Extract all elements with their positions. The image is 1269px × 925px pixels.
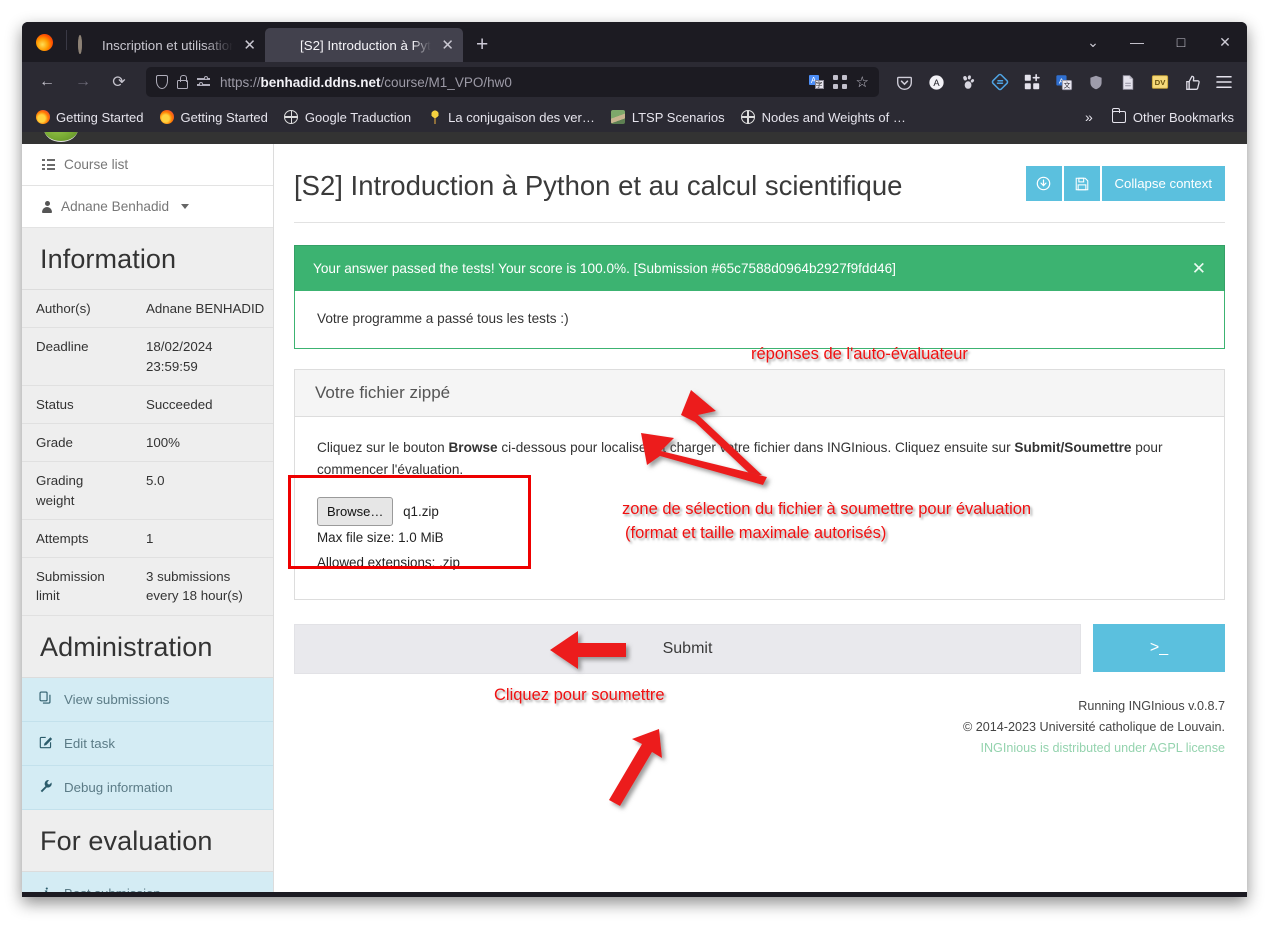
- close-icon[interactable]: ✕: [439, 38, 454, 53]
- pocket-icon[interactable]: [889, 67, 919, 97]
- svg-text:A: A: [933, 78, 940, 88]
- bookmark-label: La conjugaison des ver…: [448, 109, 595, 125]
- translate-extension-icon[interactable]: A文: [1049, 67, 1079, 97]
- dv-extension-icon[interactable]: DV: [1145, 67, 1175, 97]
- other-bookmarks-label: Other Bookmarks: [1132, 109, 1234, 125]
- bookmark-google-traduction[interactable]: Google Traduction: [277, 107, 418, 128]
- app-menu-icon[interactable]: [1209, 67, 1239, 97]
- minimize-button[interactable]: —: [1115, 22, 1159, 62]
- gnome-extension-icon[interactable]: [953, 67, 983, 97]
- bookmark-star-icon[interactable]: ☆: [856, 73, 869, 91]
- close-window-button[interactable]: ✕: [1203, 22, 1247, 62]
- reload-button[interactable]: ⟳: [102, 67, 136, 97]
- lock-icon[interactable]: [177, 74, 188, 89]
- annotation-submit-hint: Cliquez pour soumettre: [494, 686, 665, 704]
- window-controls: ⌄ — □ ✕: [1071, 22, 1247, 62]
- svg-text:文: 文: [1064, 80, 1071, 89]
- navigation-toolbar: ← → ⟳ https://benhadid.ddns.net/course/M…: [22, 62, 1247, 102]
- tab-strip: Inscription et utilisation d… ✕ [S2] Int…: [22, 22, 1247, 62]
- bookmarks-toolbar: Getting Started Getting Started Google T…: [22, 102, 1247, 132]
- firefox-icon: [35, 110, 50, 125]
- annotation-file-zone-line1: zone de sélection du fichier à soumettre…: [622, 500, 1032, 518]
- privacy-shield-icon[interactable]: [1081, 67, 1111, 97]
- bookmark-nodes-weights[interactable]: Nodes and Weights of …: [734, 107, 913, 128]
- annotation-auto-evaluator: réponses de l'auto-évaluateur: [751, 345, 968, 363]
- arrow-to-alert-body: [641, 433, 767, 485]
- close-icon[interactable]: ✕: [241, 38, 256, 53]
- annotation-file-zone-line2: (format et taille maximale autorisés): [625, 524, 887, 542]
- bookmark-getting-started-1[interactable]: Getting Started: [28, 107, 150, 128]
- firefox-logo-icon: [22, 22, 66, 62]
- tab-title: [S2] Introduction à Python: [300, 37, 431, 53]
- tab-title: Inscription et utilisation d…: [102, 37, 234, 53]
- bookmark-label: Google Traduction: [304, 109, 412, 125]
- globe-icon: [284, 110, 299, 125]
- conjugation-icon: [427, 110, 442, 125]
- grid-extension-icon[interactable]: [1017, 67, 1047, 97]
- bookmark-getting-started-2[interactable]: Getting Started: [152, 107, 274, 128]
- firefox-icon: [159, 110, 174, 125]
- reader-page-icon[interactable]: [1113, 67, 1143, 97]
- bookmark-label: Getting Started: [56, 109, 144, 125]
- arrow-to-submit: [609, 729, 662, 806]
- shield-icon[interactable]: [156, 75, 168, 89]
- back-button[interactable]: ←: [30, 67, 64, 97]
- globe-icon: [78, 35, 94, 54]
- bookmark-conjugaison[interactable]: La conjugaison des ver…: [420, 107, 602, 128]
- globe-icon: [741, 110, 756, 125]
- translate-icon[interactable]: A字: [808, 75, 824, 89]
- address-bar[interactable]: https://benhadid.ddns.net/course/M1_VPO/…: [146, 67, 879, 97]
- bookmark-label: Nodes and Weights of …: [761, 109, 906, 125]
- bookmark-label: Getting Started: [180, 109, 268, 125]
- page-viewport: Course list Adnane Benhadid Information …: [22, 132, 1247, 892]
- python-icon: [276, 37, 292, 53]
- bookmark-label: LTSP Scenarios: [631, 109, 725, 125]
- photo-icon: [611, 110, 626, 125]
- arrow-to-file-zone: [550, 631, 626, 669]
- list-all-tabs-icon[interactable]: ⌄: [1071, 22, 1115, 62]
- svg-text:DV: DV: [1155, 78, 1167, 87]
- account-icon[interactable]: A: [921, 67, 951, 97]
- forward-button[interactable]: →: [66, 67, 100, 97]
- bookmarks-overflow-icon[interactable]: »: [1077, 109, 1101, 125]
- browser-window: Inscription et utilisation d… ✕ [S2] Int…: [22, 22, 1247, 897]
- diamond-extension-icon[interactable]: [985, 67, 1015, 97]
- browser-tab-active[interactable]: [S2] Introduction à Python ✕: [265, 28, 463, 62]
- file-zone-highlight-box: [288, 475, 531, 569]
- new-tab-button[interactable]: +: [463, 28, 501, 62]
- other-bookmarks-folder[interactable]: Other Bookmarks: [1105, 107, 1241, 128]
- url-text: https://benhadid.ddns.net/course/M1_VPO/…: [220, 74, 512, 90]
- permissions-icon[interactable]: [197, 76, 211, 88]
- browser-tab-inactive[interactable]: Inscription et utilisation d… ✕: [67, 28, 265, 62]
- folder-icon: [1111, 108, 1127, 125]
- bookmark-ltsp-scenarios[interactable]: LTSP Scenarios: [604, 107, 732, 128]
- screenshot-icon[interactable]: [832, 75, 847, 89]
- maximize-button[interactable]: □: [1159, 22, 1203, 62]
- thumbs-up-extension-icon[interactable]: [1177, 67, 1207, 97]
